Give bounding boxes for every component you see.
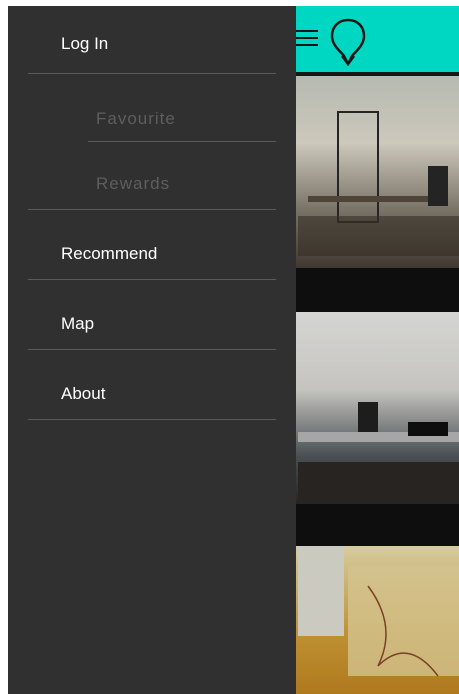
menu-divider <box>28 73 276 74</box>
menu-item-label: Recommend <box>61 244 158 263</box>
menu-item-rewards[interactable]: Rewards <box>8 146 296 216</box>
menu-item-recommend[interactable]: Recommend <box>8 216 296 286</box>
menu-divider <box>28 279 276 280</box>
menu-item-label: Log In <box>61 34 109 53</box>
navigation-drawer: Log In Favourite Rewards Recommend Map A… <box>8 6 296 694</box>
menu-item-label: Map <box>61 314 95 333</box>
menu-divider <box>28 349 276 350</box>
menu-item-about[interactable]: About <box>8 356 296 426</box>
app-screen: Log In Favourite Rewards Recommend Map A… <box>8 6 459 694</box>
menu-divider <box>28 419 276 420</box>
menu-item-map[interactable]: Map <box>8 286 296 356</box>
menu-item-label: Favourite <box>96 109 176 128</box>
menu-item-label: Rewards <box>96 174 171 193</box>
menu-item-log-in[interactable]: Log In <box>8 6 296 76</box>
menu-item-label: About <box>61 384 106 403</box>
menu-divider <box>88 141 276 142</box>
menu-divider <box>28 209 276 210</box>
